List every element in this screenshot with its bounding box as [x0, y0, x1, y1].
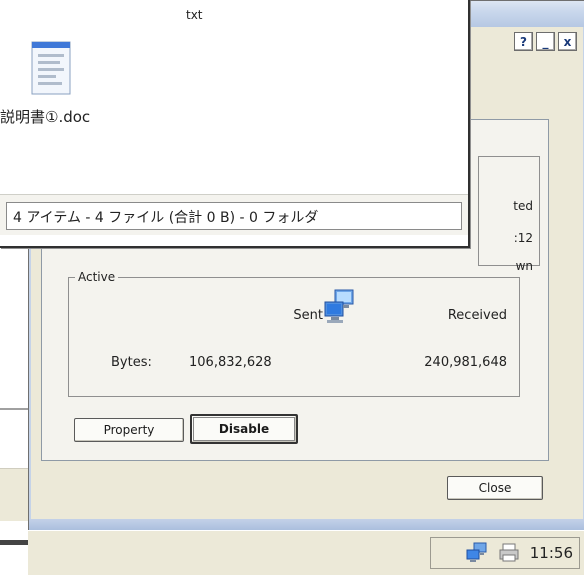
- close-button[interactable]: Close: [447, 476, 543, 500]
- connection-group: ted :12 wn: [478, 156, 540, 273]
- connection-speed-value: wn: [515, 259, 533, 273]
- clock[interactable]: 11:56: [530, 544, 573, 562]
- minimize-button[interactable]: _: [536, 32, 555, 51]
- background-window-divider: [0, 408, 30, 410]
- network-icon[interactable]: [466, 542, 488, 564]
- connection-duration-value: :12: [513, 231, 533, 245]
- bytes-received-value: 240,981,648: [424, 355, 507, 370]
- background-window: [0, 230, 31, 521]
- file-name-label[interactable]: 説明書①.doc: [0, 106, 90, 127]
- network-activity-icon: [324, 289, 354, 323]
- printer-icon[interactable]: [498, 542, 520, 564]
- property-button[interactable]: Property: [74, 418, 184, 442]
- received-label: Received: [447, 308, 507, 323]
- close-window-button[interactable]: x: [558, 32, 577, 51]
- background-window-footer: [0, 468, 30, 521]
- explorer-window: txt 説明書①.doc 4 アイテム - 4 ファイル (合計 0 B) - …: [0, 0, 470, 248]
- status-text: 4 アイテム - 4 ファイル (合計 0 B) - 0 フォルダ: [13, 210, 319, 226]
- dialog-title-buttons: ? _ x: [514, 32, 577, 51]
- bytes-label: Bytes:: [111, 355, 152, 370]
- file-type-label: txt: [186, 8, 203, 22]
- activity-legend: Active: [75, 270, 119, 284]
- status-panel: 4 アイテム - 4 ファイル (合計 0 B) - 0 フォルダ: [6, 202, 462, 230]
- system-tray: 11:56: [430, 537, 580, 569]
- disable-button[interactable]: Disable: [190, 414, 298, 444]
- activity-group: Active Sent Received Bytes: 106,832,628 …: [68, 270, 520, 397]
- help-button[interactable]: ?: [514, 32, 533, 51]
- taskbar: 11:56: [28, 530, 584, 575]
- taskbar-edge: [0, 540, 30, 545]
- sent-label: Sent: [293, 308, 323, 323]
- document-icon[interactable]: [28, 40, 74, 98]
- explorer-statusbar: 4 アイテム - 4 ファイル (合計 0 B) - 0 フォルダ: [0, 194, 468, 235]
- bytes-sent-value: 106,832,628: [189, 355, 272, 370]
- connection-status-value: ted: [513, 199, 533, 213]
